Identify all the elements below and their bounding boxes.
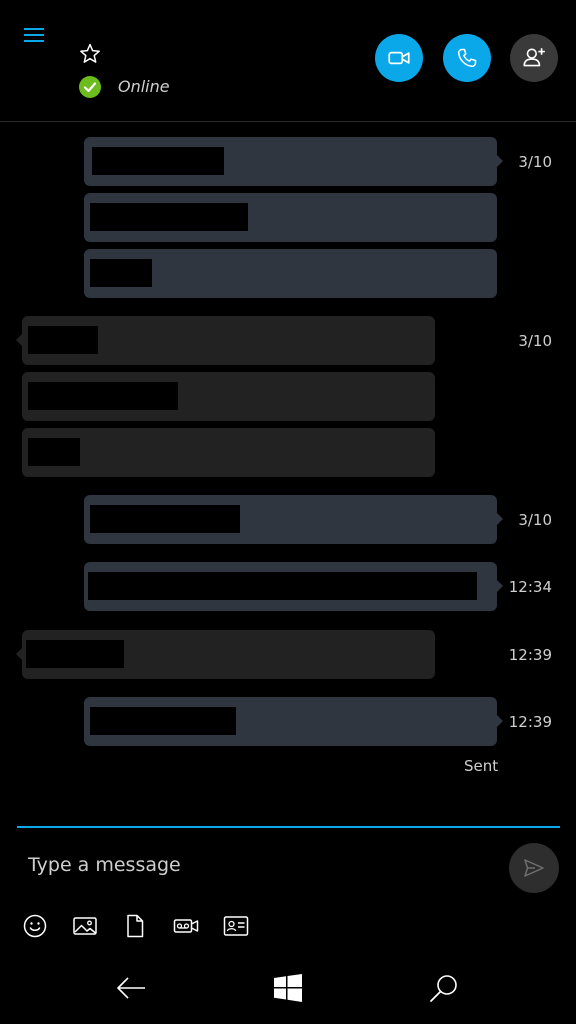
incoming-message-bubble[interactable]	[22, 428, 435, 477]
redacted-text	[88, 572, 477, 600]
image-icon[interactable]	[72, 913, 98, 939]
phone-call-icon	[457, 48, 477, 68]
redacted-text	[28, 438, 80, 466]
redacted-text	[28, 326, 98, 354]
message-timestamp: 12:34	[508, 578, 552, 596]
outgoing-message-bubble[interactable]	[84, 495, 503, 544]
sent-status: Sent	[464, 757, 499, 775]
redacted-text	[90, 203, 248, 231]
incoming-message-bubble[interactable]	[16, 316, 435, 365]
message-input[interactable]	[26, 846, 490, 884]
video-call-button[interactable]	[375, 34, 423, 82]
redacted-text	[90, 259, 152, 287]
phone-call-button[interactable]	[443, 34, 491, 82]
redacted-text	[90, 707, 236, 735]
emoji-icon[interactable]	[22, 913, 48, 939]
incoming-message-bubble[interactable]	[16, 630, 435, 679]
status-text: Online	[118, 77, 170, 96]
redacted-text	[26, 640, 124, 668]
file-icon[interactable]	[122, 913, 148, 939]
contact-card-icon[interactable]	[223, 913, 249, 939]
outgoing-message-bubble[interactable]	[84, 697, 503, 746]
add-contact-button[interactable]	[510, 34, 558, 82]
message-timestamp: 12:39	[508, 646, 552, 664]
send-icon	[524, 859, 544, 877]
outgoing-message-bubble[interactable]	[84, 249, 497, 298]
message-timestamp: 3/10	[518, 332, 552, 350]
video-message-icon[interactable]	[173, 913, 199, 939]
input-underline	[17, 826, 560, 828]
hamburger-menu-icon[interactable]	[24, 24, 46, 44]
search-icon[interactable]	[427, 970, 463, 1006]
video-call-icon	[388, 51, 410, 65]
back-arrow-icon[interactable]	[113, 970, 149, 1006]
outgoing-message-bubble[interactable]	[84, 193, 497, 242]
header-divider	[0, 121, 576, 122]
presence-check-icon	[79, 76, 101, 98]
incoming-message-bubble[interactable]	[22, 372, 435, 421]
send-button[interactable]	[509, 843, 559, 893]
add-contact-icon	[523, 48, 545, 67]
message-timestamp: 12:39	[508, 713, 552, 731]
message-timestamp: 3/10	[518, 511, 552, 529]
redacted-text	[28, 382, 178, 410]
outgoing-message-bubble[interactable]	[84, 562, 503, 611]
outgoing-message-bubble[interactable]	[84, 137, 503, 186]
redacted-text	[92, 147, 224, 175]
redacted-text	[90, 505, 240, 533]
windows-start-icon[interactable]	[270, 970, 306, 1006]
star-icon[interactable]	[78, 42, 102, 66]
message-timestamp: 3/10	[518, 153, 552, 171]
